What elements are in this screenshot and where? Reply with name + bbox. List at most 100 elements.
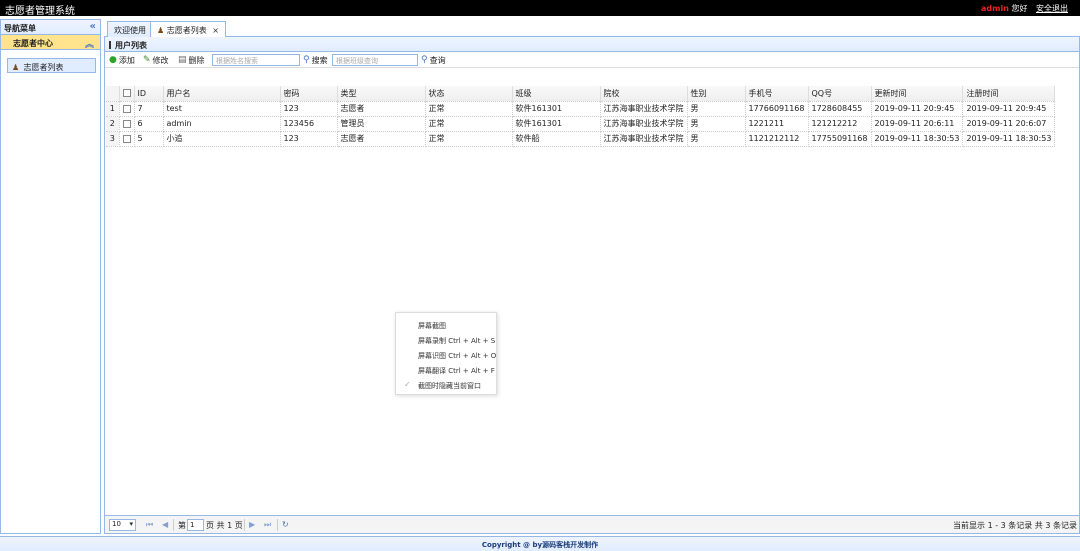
column-header[interactable]: 性别 <box>687 86 746 102</box>
tab-volunteer-list[interactable]: ♟ 志愿者列表 × <box>150 21 226 38</box>
context-menu: 屏幕截图 屏幕录制 Ctrl + Alt + S 屏幕识图 Ctrl + Alt… <box>395 312 497 395</box>
column-header[interactable]: 用户名 <box>163 86 281 102</box>
tab-label: 欢迎使用 <box>114 26 146 35</box>
user-table: ID 用户名 密码 类型 状态 班级 院校 性别 手机号 QQ号 更新时间 注册… <box>106 86 1056 147</box>
cell: 17755091168 <box>808 131 872 147</box>
column-header[interactable]: 更新时间 <box>871 86 964 102</box>
cell: 正常 <box>425 131 513 147</box>
add-button[interactable]: ● 添加 <box>109 54 135 66</box>
sidebar-group-label: 志愿者中心 <box>13 39 53 48</box>
app-title: 志愿者管理系统 <box>5 6 75 17</box>
sidebar-item-label: 志愿者列表 <box>23 63 64 72</box>
table-row[interactable]: 3 5 小追 123 志愿者 正常 软件船 江苏海事职业技术学院 男 11212… <box>106 131 1056 147</box>
divider <box>173 519 174 531</box>
edit-button[interactable]: ✎ 修改 <box>143 54 169 66</box>
context-menu-item-record[interactable]: 屏幕录制 Ctrl + Alt + S <box>418 336 495 346</box>
cell: 小追 <box>163 131 281 147</box>
column-header[interactable]: QQ号 <box>808 86 872 102</box>
column-header[interactable]: 院校 <box>600 86 688 102</box>
query-label: 查询 <box>429 55 446 65</box>
row-number-header <box>106 86 120 102</box>
column-header[interactable]: 状态 <box>425 86 513 102</box>
user-icon: ♟ <box>157 26 165 35</box>
footer: Copyright @ by源码客栈开发制作 <box>0 536 1080 551</box>
tab-label: 志愿者列表 <box>166 26 207 35</box>
cell: 2019-09-11 20:6:11 <box>871 116 964 132</box>
divider <box>244 519 245 531</box>
cell: 软件船 <box>512 131 601 147</box>
search-button[interactable]: ⚲ 搜索 <box>303 54 328 66</box>
first-page-icon[interactable]: ⏮ <box>146 520 153 530</box>
user-icon: ♟ <box>12 63 20 72</box>
user-list-panel: 用户列表 ● 添加 ✎ 修改 ▤ 删除 根据姓名搜索 ⚲ 搜索 根据班级查询 ⚲ <box>104 37 1080 534</box>
divider <box>277 519 278 531</box>
row-checkbox[interactable] <box>119 116 135 132</box>
cell: 123 <box>280 131 338 147</box>
record-info: 当前显示 1 - 3 条记录 共 3 条记录 <box>953 521 1077 530</box>
select-all-checkbox[interactable] <box>119 86 135 102</box>
prev-page-icon[interactable]: ◀ <box>162 520 168 529</box>
tab-welcome[interactable]: 欢迎使用 <box>107 21 153 37</box>
column-header[interactable]: 班级 <box>512 86 601 102</box>
cell: 5 <box>134 131 164 147</box>
pencil-icon: ✎ <box>143 55 151 65</box>
title-bar-icon <box>109 41 111 49</box>
page-total: 页 共 1 页 <box>206 521 243 530</box>
sidebar-group-volunteer-center[interactable]: 志愿者中心 ︽ <box>1 35 100 50</box>
cell: 1728608455 <box>808 101 872 117</box>
page-size-select[interactable]: 10 ▾ <box>109 519 136 531</box>
name-search-input[interactable]: 根据姓名搜索 <box>212 54 300 66</box>
cell: 软件161301 <box>512 101 601 117</box>
last-page-icon[interactable]: ⏭ <box>264 520 271 530</box>
row-checkbox[interactable] <box>119 101 135 117</box>
search-icon: ⚲ <box>303 55 310 65</box>
sidebar-header: 导航菜单 « <box>1 20 100 35</box>
column-header[interactable]: 注册时间 <box>962 86 1056 102</box>
table-row[interactable]: 2 6 admin 123456 管理员 正常 软件161301 江苏海事职业技… <box>106 116 1056 132</box>
context-menu-item-hide-window[interactable]: 截图时隐藏当前窗口 <box>418 381 481 391</box>
cell: 正常 <box>425 101 513 117</box>
plus-circle-icon: ● <box>109 55 117 65</box>
context-menu-item-screenshot[interactable]: 屏幕截图 <box>418 321 446 331</box>
cell: 1221211 <box>745 116 809 132</box>
cell: 2019-09-11 20:9:45 <box>871 101 964 117</box>
logout-link[interactable]: 安全退出 <box>1036 4 1068 13</box>
cell: 男 <box>687 131 746 147</box>
table-row[interactable]: 1 7 test 123 志愿者 正常 软件161301 江苏海事职业技术学院 … <box>106 101 1056 117</box>
context-menu-item-ocr[interactable]: 屏幕识图 Ctrl + Alt + O <box>418 351 496 361</box>
trash-icon: ▤ <box>178 55 187 65</box>
top-bar: 志愿者管理系统 admin 您好 安全退出 <box>0 0 1080 17</box>
cell: 男 <box>687 116 746 132</box>
class-search-input[interactable]: 根据班级查询 <box>332 54 418 66</box>
pagination-bar: 10 ▾ ⏮ ◀ 第 1 页 共 1 页 ▶ ⏭ ↻ 当前显示 1 - 3 条记… <box>105 515 1079 533</box>
cell: 17766091168 <box>745 101 809 117</box>
delete-button[interactable]: ▤ 删除 <box>178 54 205 66</box>
cell: 123456 <box>280 116 338 132</box>
refresh-icon[interactable]: ↻ <box>282 520 289 529</box>
query-button[interactable]: ⚲ 查询 <box>421 54 446 66</box>
row-number: 1 <box>106 101 120 117</box>
sidebar-item-volunteer-list[interactable]: ♟ 志愿者列表 <box>7 58 96 73</box>
cell: 2019-09-11 20:9:45 <box>962 101 1056 117</box>
table-header-row: ID 用户名 密码 类型 状态 班级 院校 性别 手机号 QQ号 更新时间 注册… <box>106 86 1056 102</box>
cell: 2019-09-11 18:30:53 <box>871 131 964 147</box>
column-header[interactable]: ID <box>134 86 164 102</box>
column-header[interactable]: 类型 <box>337 86 426 102</box>
chevron-up-icon[interactable]: ︽ <box>85 37 94 50</box>
column-header[interactable]: 密码 <box>280 86 338 102</box>
close-tab-icon[interactable]: × <box>212 26 219 35</box>
row-checkbox[interactable] <box>119 131 135 147</box>
context-menu-item-translate[interactable]: 屏幕翻译 Ctrl + Alt + F <box>418 366 495 376</box>
add-label: 添加 <box>118 55 135 65</box>
cell: 江苏海事职业技术学院 <box>600 116 688 132</box>
cell: 2019-09-11 20:6:07 <box>962 116 1056 132</box>
edit-label: 修改 <box>152 55 169 65</box>
next-page-icon[interactable]: ▶ <box>249 520 255 529</box>
column-header[interactable]: 手机号 <box>745 86 809 102</box>
cell: 1121212112 <box>745 131 809 147</box>
cell: 123 <box>280 101 338 117</box>
collapse-sidebar-icon[interactable]: « <box>90 21 96 32</box>
cell: test <box>163 101 281 117</box>
search-icon: ⚲ <box>421 55 428 65</box>
page-number-input[interactable]: 1 <box>187 519 204 531</box>
